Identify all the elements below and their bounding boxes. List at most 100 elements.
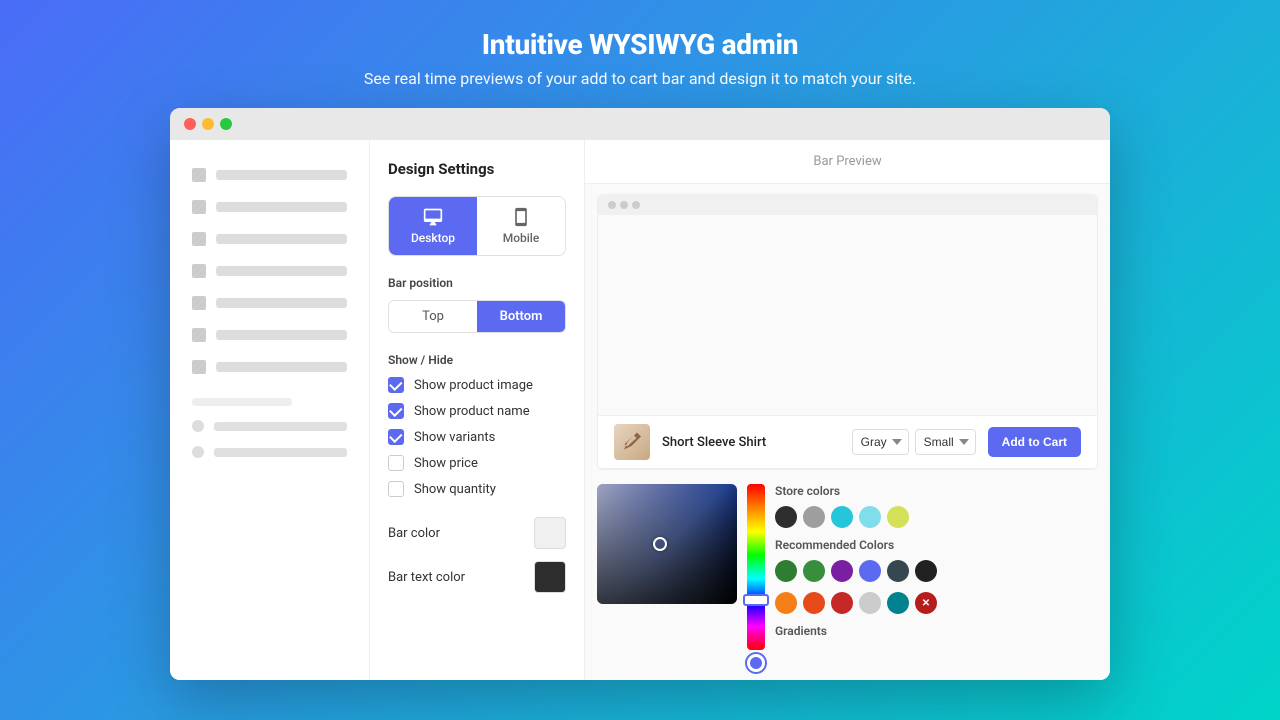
- recommended-colors-title: Recommended Colors: [775, 538, 1098, 552]
- sidebar-item-products[interactable]: [180, 224, 359, 254]
- rec-color-8[interactable]: [803, 592, 825, 614]
- preview-browser: Short Sleeve Shirt Gray Small Add to Car…: [597, 194, 1098, 470]
- preview-dot-3: [632, 201, 640, 209]
- checkbox-variants-box[interactable]: [388, 429, 404, 445]
- product-image-icon: [620, 430, 644, 454]
- color-gradient-picker[interactable]: [597, 484, 737, 604]
- checkbox-show-variants[interactable]: Show variants: [388, 429, 566, 445]
- browser-dot-minimize[interactable]: [202, 118, 214, 130]
- bar-text-color-row: Bar text color: [388, 561, 566, 593]
- bar-position-label: Bar position: [388, 276, 566, 290]
- rec-color-5[interactable]: [887, 560, 909, 582]
- rec-color-4[interactable]: [859, 560, 881, 582]
- sidebar-item-orders[interactable]: [180, 192, 359, 222]
- alpha-thumb[interactable]: [747, 654, 765, 672]
- sidebar-item-home[interactable]: [180, 160, 359, 190]
- bar-color-label: Bar color: [388, 526, 440, 541]
- show-hide-section: Show / Hide Show product image Show prod…: [388, 353, 566, 497]
- store-color-dot-1[interactable]: [775, 506, 797, 528]
- device-tabs: Desktop Mobile: [388, 196, 566, 256]
- sidebar-item-analytics[interactable]: [180, 288, 359, 318]
- product-name: Short Sleeve Shirt: [662, 435, 840, 450]
- sidebar-item-online-store[interactable]: [180, 414, 359, 438]
- browser-body: Design Settings Desktop Mobile: [170, 140, 1110, 680]
- sidebar-label-products: [216, 234, 347, 244]
- checkbox-show-product-image[interactable]: Show product image: [388, 377, 566, 393]
- desktop-icon: [423, 207, 443, 227]
- rec-color-2[interactable]: [803, 560, 825, 582]
- checkbox-show-price[interactable]: Show price: [388, 455, 566, 471]
- preview-content-area: [598, 215, 1097, 415]
- sidebar-label-analytics: [216, 298, 347, 308]
- sidebar-item-point-of-sale[interactable]: [180, 440, 359, 464]
- checkbox-product-name-box[interactable]: [388, 403, 404, 419]
- variant-selects: Gray Small: [852, 429, 976, 455]
- rec-color-11[interactable]: [887, 592, 909, 614]
- sidebar-label-discounts: [216, 330, 347, 340]
- sidebar-label-online-store: [214, 422, 347, 431]
- rec-color-10[interactable]: [859, 592, 881, 614]
- tab-mobile[interactable]: Mobile: [477, 197, 565, 255]
- sidebar-item-apps[interactable]: [180, 352, 359, 382]
- variant-size-select[interactable]: Small: [915, 429, 976, 455]
- sidebar: [170, 140, 370, 680]
- sidebar-label-apps: [216, 362, 347, 372]
- picker-cursor: [653, 537, 667, 551]
- checkbox-product-name-label: Show product name: [414, 404, 530, 419]
- rec-color-9[interactable]: [831, 592, 853, 614]
- position-tabs: Top Bottom: [388, 300, 566, 333]
- gradients-title: Gradients: [775, 624, 1098, 638]
- store-color-dot-2[interactable]: [803, 506, 825, 528]
- apps-icon: [192, 360, 206, 374]
- store-color-dot-3[interactable]: [831, 506, 853, 528]
- show-hide-label: Show / Hide: [388, 353, 566, 367]
- checkbox-show-product-name[interactable]: Show product name: [388, 403, 566, 419]
- bar-text-color-swatch[interactable]: [534, 561, 566, 593]
- panel-title: Design Settings: [388, 160, 566, 178]
- settings-panel: Design Settings Desktop Mobile: [370, 140, 585, 680]
- rec-color-12[interactable]: ✕: [915, 592, 937, 614]
- position-top[interactable]: Top: [389, 301, 477, 332]
- checkbox-quantity-label: Show quantity: [414, 482, 496, 497]
- store-color-dot-4[interactable]: [859, 506, 881, 528]
- pos-icon: [192, 446, 204, 458]
- checkbox-show-quantity[interactable]: Show quantity: [388, 481, 566, 497]
- tab-mobile-label: Mobile: [503, 231, 540, 245]
- sticky-bar: Short Sleeve Shirt Gray Small Add to Car…: [598, 415, 1097, 469]
- checkbox-product-image-box[interactable]: [388, 377, 404, 393]
- store-color-dot-5[interactable]: [887, 506, 909, 528]
- checkbox-price-box[interactable]: [388, 455, 404, 471]
- sidebar-label-customers: [216, 266, 347, 276]
- preview-panel: Bar Preview: [585, 140, 1110, 680]
- page-header: Intuitive WYSIWYG admin See real time pr…: [0, 0, 1280, 108]
- checkbox-quantity-box[interactable]: [388, 481, 404, 497]
- hue-thumb: [743, 594, 769, 606]
- preview-dot-1: [608, 201, 616, 209]
- hue-bar[interactable]: [747, 484, 765, 650]
- browser-dot-close[interactable]: [184, 118, 196, 130]
- header-subtitle: See real time previews of your add to ca…: [20, 69, 1260, 88]
- mobile-icon: [511, 207, 531, 227]
- checkbox-price-label: Show price: [414, 456, 478, 471]
- position-bottom[interactable]: Bottom: [477, 301, 565, 332]
- browser-dot-maximize[interactable]: [220, 118, 232, 130]
- sidebar-item-customers[interactable]: [180, 256, 359, 286]
- browser-window: Design Settings Desktop Mobile: [170, 108, 1110, 680]
- add-to-cart-button[interactable]: Add to Cart: [988, 427, 1081, 457]
- recommended-colors-row-1: [775, 560, 1098, 582]
- customers-icon: [192, 264, 206, 278]
- sidebar-label-pos: [214, 448, 347, 457]
- preview-browser-bar: [598, 195, 1097, 215]
- checkbox-product-image-label: Show product image: [414, 378, 533, 393]
- variant-color-select[interactable]: Gray: [852, 429, 909, 455]
- sidebar-item-discounts[interactable]: [180, 320, 359, 350]
- color-sliders: [747, 484, 765, 672]
- tab-desktop[interactable]: Desktop: [389, 197, 477, 255]
- rec-color-7[interactable]: [775, 592, 797, 614]
- rec-color-6[interactable]: [915, 560, 937, 582]
- rec-color-3[interactable]: [831, 560, 853, 582]
- bar-color-swatch[interactable]: [534, 517, 566, 549]
- recommended-colors-row-2: ✕: [775, 592, 1098, 614]
- rec-color-1[interactable]: [775, 560, 797, 582]
- product-thumbnail: [614, 424, 650, 460]
